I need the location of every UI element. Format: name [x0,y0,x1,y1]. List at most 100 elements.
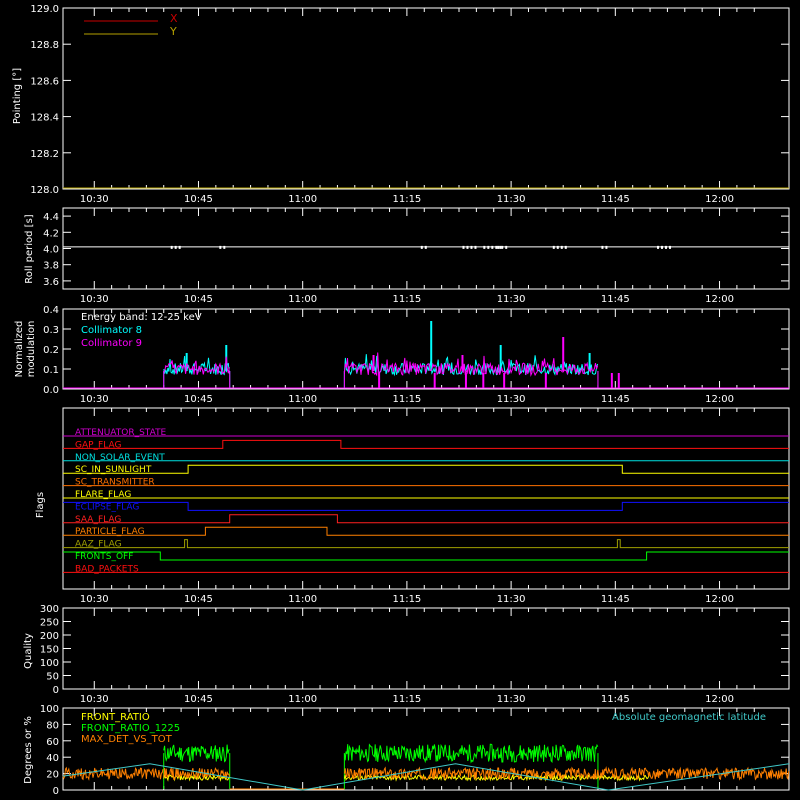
roll-glitch [605,245,608,249]
x-tick-label: 11:30 [497,694,526,705]
legend-collimator8: Collimator 8 [81,325,142,336]
x-tick-label: 11:30 [497,294,526,305]
x-tick-label: 11:15 [392,194,421,205]
y-tick-label: 128.6 [30,76,59,87]
y-tick-label: 0.1 [43,365,59,376]
flag-label: ECLIPSE_FLAG [75,502,139,512]
roll-glitch [219,245,222,249]
roll-glitch [556,245,559,249]
y-tick-label: 4.2 [43,228,59,239]
modulation-ylabel-line2: modulation [26,321,37,378]
roll-glitch [470,245,473,249]
x-tick-label: 11:45 [601,394,630,405]
flag-label: FRONTS_OFF [75,552,133,562]
roll-glitch [491,245,494,249]
y-tick-label: 80 [46,720,59,731]
x-tick-label: 11:00 [288,594,317,605]
y-tick-label: 40 [46,753,59,764]
x-tick-label: 11:45 [601,194,630,205]
roll-glitch [483,245,486,249]
y-tick-label: 200 [40,631,59,642]
x-tick-label: 10:45 [184,594,213,605]
legend-x-label: X [170,12,178,25]
roll-glitch [462,245,465,249]
legend-collimator9: Collimator 9 [81,338,142,349]
roll-glitch [560,245,563,249]
x-tick-label: 11:15 [392,594,421,605]
x-tick-label: 11:15 [392,694,421,705]
y-tick-label: 4.4 [43,212,59,223]
roll-glitch [420,245,423,249]
roll-glitch [223,245,226,249]
legend-front-ratio: FRONT_RATIO [81,712,150,723]
x-tick-label: 11:30 [497,594,526,605]
roll-glitch [497,245,500,249]
x-tick-label: 10:30 [80,194,109,205]
roll-glitch [499,245,502,249]
roll-glitch [466,245,469,249]
x-tick-label: 12:00 [705,294,734,305]
x-tick-label: 11:45 [601,594,630,605]
y-tick-label: 250 [40,618,59,629]
y-tick-label: 150 [40,645,59,656]
quality-ylabel: Quality [23,633,34,669]
x-tick-label: 12:00 [705,694,734,705]
energy-band-annotation: Energy band: 12-25 keV [81,312,202,323]
x-tick-label: 10:30 [80,694,109,705]
x-tick-label: 11:30 [497,194,526,205]
roll-glitch [564,245,567,249]
roll-glitch [487,245,490,249]
y-tick-label: 20 [46,770,59,781]
pointing-ylabel: Pointing [°] [12,68,23,124]
x-tick-label: 11:45 [601,294,630,305]
roll-glitch [669,245,671,249]
x-tick-label: 10:45 [184,394,213,405]
roll-glitch [174,245,177,249]
x-tick-label: 11:00 [288,394,317,405]
rhessi-quicklook-plot: 10:30 10:45 11:00 11:15 11:30 11:45 12:00 128.0… [0,0,800,800]
y-tick-label: 50 [46,672,59,683]
y-tick-label: 129.0 [30,4,59,15]
roll-glitch [657,245,659,249]
x-tick-label: 10:45 [184,694,213,705]
legend-front-ratio-1225: FRONT_RATIO_1225 [81,723,180,734]
roll-glitch [661,245,663,249]
flags-ylabel: Flags [35,492,46,518]
y-tick-label: 3.6 [43,277,59,288]
x-tick-label: 10:30 [80,394,109,405]
y-tick-label: 100 [40,704,59,715]
x-tick-label: 10:30 [80,294,109,305]
x-tick-label: 12:00 [705,594,734,605]
roll-glitch [552,245,555,249]
y-tick-label: 128.8 [30,40,59,51]
x-tick-label: 11:15 [392,394,421,405]
roll-glitch [665,245,667,249]
y-tick-label: 128.0 [30,185,59,196]
roll-glitch [505,245,508,249]
roll-glitch [424,245,427,249]
y-tick-label: 0.4 [43,305,59,316]
y-tick-label: 60 [46,737,59,748]
roll-glitch [170,245,173,249]
y-tick-label: 0 [53,786,59,797]
roll-glitch [495,245,498,249]
x-tick-label: 11:45 [601,694,630,705]
legend-y-label: Y [169,25,177,38]
x-tick-label: 12:00 [705,194,734,205]
x-tick-label: 10:30 [80,594,109,605]
x-tick-label: 11:00 [288,294,317,305]
y-tick-label: 0.3 [43,325,59,336]
y-tick-label: 128.4 [30,113,59,124]
y-tick-label: 0.2 [43,345,59,356]
roll-glitch [474,245,477,249]
x-tick-label: 10:45 [184,194,213,205]
geomag-latitude-label: Absolute geomagnetic latitude [612,712,766,723]
ratio-ylabel: Degrees or % [23,716,34,784]
y-tick-label: 100 [40,658,59,669]
x-tick-label: 11:00 [288,194,317,205]
x-tick-label: 11:15 [392,294,421,305]
y-tick-label: 0 [53,685,59,696]
y-tick-label: 3.8 [43,261,59,272]
roll-glitch [601,245,604,249]
roll-glitch [501,245,504,249]
